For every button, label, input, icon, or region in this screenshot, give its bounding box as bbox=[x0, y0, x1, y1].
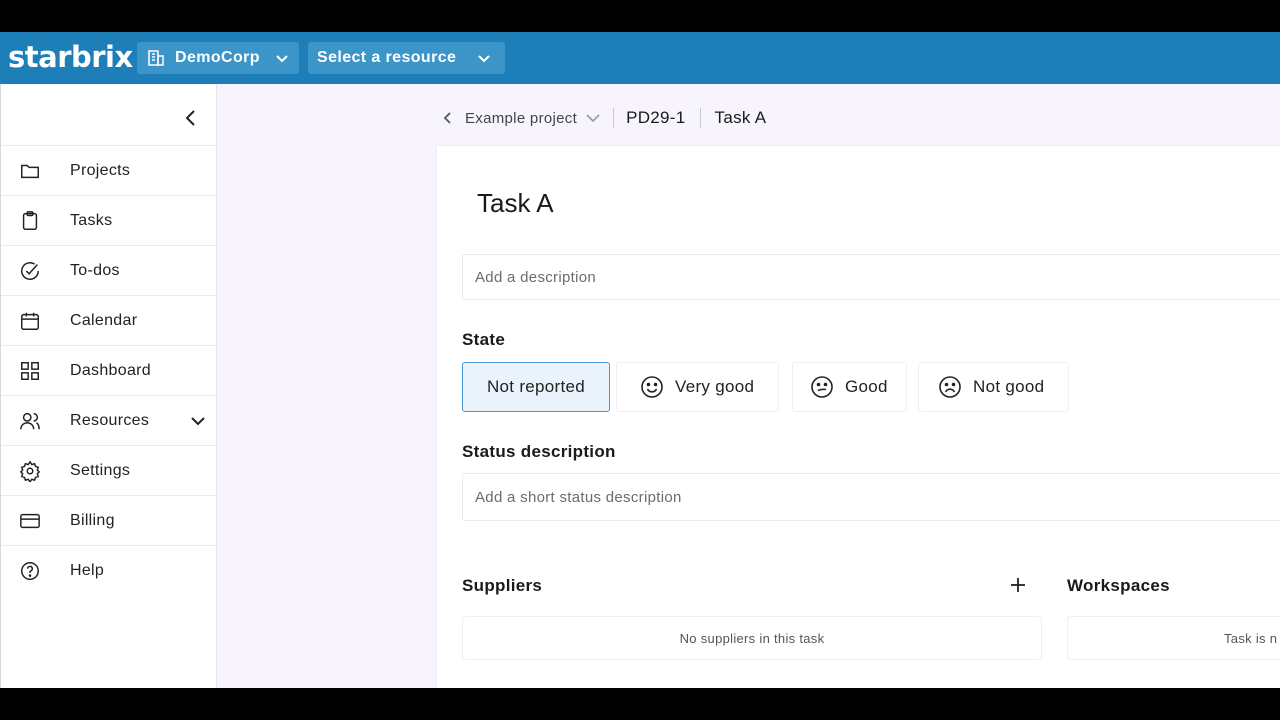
chevron-down-icon[interactable] bbox=[585, 110, 601, 126]
sidebar-item-tasks[interactable]: Tasks bbox=[1, 195, 217, 245]
sidebar-item-label: Help bbox=[70, 561, 105, 579]
breadcrumb-project[interactable]: Example project bbox=[465, 110, 577, 127]
chevron-down-icon[interactable] bbox=[190, 413, 206, 429]
breadcrumb: Example project PD29-1 Task A bbox=[441, 106, 766, 130]
status-description-heading: Status description bbox=[462, 442, 616, 461]
sidebar-item-todos[interactable]: To-dos bbox=[1, 245, 217, 295]
collapse-sidebar-icon[interactable] bbox=[181, 108, 201, 128]
sidebar-item-calendar[interactable]: Calendar bbox=[1, 295, 217, 345]
suppliers-empty-state: No suppliers in this task bbox=[462, 616, 1042, 660]
breadcrumb-separator bbox=[613, 108, 615, 128]
chevron-left-icon[interactable] bbox=[441, 111, 455, 125]
state-option-label: Very good bbox=[675, 377, 755, 396]
sidebar-item-label: Calendar bbox=[70, 311, 138, 329]
smile-icon bbox=[641, 376, 663, 398]
task-card: Task A Add a description State Not repor… bbox=[436, 145, 1280, 688]
resource-select-label: Select a resource bbox=[317, 49, 457, 66]
suppliers-heading: Suppliers bbox=[462, 576, 543, 595]
description-input[interactable]: Add a description bbox=[462, 254, 1280, 300]
resource-select[interactable]: Select a resource bbox=[308, 42, 505, 74]
state-very-good-button[interactable]: Very good bbox=[616, 362, 779, 412]
folder-icon bbox=[21, 164, 39, 179]
workspaces-empty-state: Task is n bbox=[1067, 616, 1280, 660]
status-description-input[interactable]: Add a short status description bbox=[462, 473, 1280, 521]
organization-name: DemoCorp bbox=[175, 49, 260, 66]
state-heading: State bbox=[462, 330, 506, 349]
sidebar-item-label: Billing bbox=[70, 511, 115, 529]
calendar-icon bbox=[21, 312, 39, 330]
breadcrumb-task-id: PD29-1 bbox=[626, 108, 686, 127]
check-circle-icon bbox=[21, 262, 39, 280]
state-option-label: Good bbox=[845, 377, 888, 396]
sidebar-nav: Projects Tasks To-dos Calendar Dashboard… bbox=[1, 145, 217, 595]
main-content: Example project PD29-1 Task A Task A Add… bbox=[217, 84, 1280, 688]
frown-icon bbox=[939, 376, 961, 398]
sidebar-item-projects[interactable]: Projects bbox=[1, 145, 217, 195]
organization-select[interactable]: DemoCorp bbox=[137, 42, 299, 74]
sidebar-item-label: Projects bbox=[70, 161, 131, 179]
app-logo[interactable]: starbrix bbox=[8, 40, 133, 74]
grid-icon bbox=[21, 362, 39, 380]
sidebar-item-settings[interactable]: Settings bbox=[1, 445, 217, 495]
app-window: starbrix DemoCorp Select a resource Proj… bbox=[0, 32, 1280, 688]
top-bar: starbrix DemoCorp Select a resource bbox=[0, 32, 1280, 84]
sidebar-item-label: To-dos bbox=[70, 261, 120, 279]
sidebar: Projects Tasks To-dos Calendar Dashboard… bbox=[0, 84, 217, 688]
state-good-button[interactable]: Good bbox=[792, 362, 907, 412]
users-icon bbox=[20, 412, 40, 430]
sidebar-item-resources[interactable]: Resources bbox=[1, 395, 217, 445]
state-not-good-button[interactable]: Not good bbox=[918, 362, 1069, 412]
state-option-label: Not reported bbox=[486, 377, 586, 396]
sidebar-item-dashboard[interactable]: Dashboard bbox=[1, 345, 217, 395]
building-icon bbox=[148, 50, 164, 66]
chevron-down-icon bbox=[276, 55, 288, 63]
credit-card-icon bbox=[20, 513, 40, 529]
sidebar-item-label: Tasks bbox=[70, 211, 113, 229]
neutral-face-icon bbox=[811, 376, 833, 398]
sidebar-item-help[interactable]: Help bbox=[1, 545, 217, 595]
plus-icon[interactable] bbox=[1007, 574, 1029, 596]
workspaces-heading: Workspaces bbox=[1067, 576, 1170, 595]
task-title[interactable]: Task A bbox=[477, 188, 554, 219]
state-option-label: Not good bbox=[973, 377, 1045, 396]
breadcrumb-task-name: Task A bbox=[714, 108, 767, 127]
state-not-reported-button[interactable]: Not reported bbox=[462, 362, 610, 412]
letterbox-bottom bbox=[0, 688, 1280, 720]
letterbox-top bbox=[0, 0, 1280, 32]
chevron-down-icon bbox=[478, 55, 490, 63]
gear-icon bbox=[19, 460, 41, 482]
sidebar-item-label: Dashboard bbox=[70, 361, 151, 379]
sidebar-item-label: Settings bbox=[70, 461, 131, 479]
help-circle-icon bbox=[21, 562, 39, 580]
sidebar-item-label: Resources bbox=[70, 411, 150, 429]
sidebar-item-billing[interactable]: Billing bbox=[1, 495, 217, 545]
breadcrumb-separator bbox=[699, 108, 701, 128]
clipboard-icon bbox=[22, 211, 38, 230]
